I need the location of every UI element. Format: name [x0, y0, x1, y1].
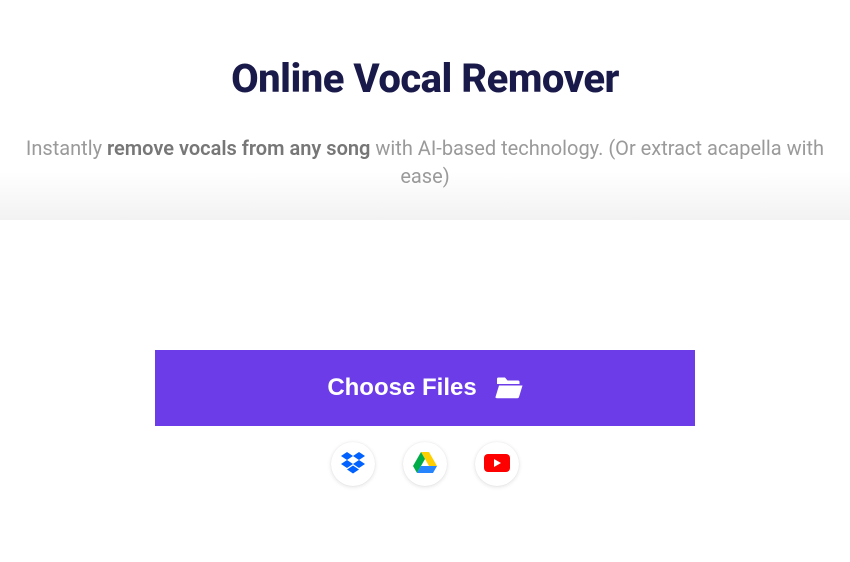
- subtitle-prefix: Instantly: [26, 136, 107, 160]
- page-title: Online Vocal Remover: [0, 55, 850, 102]
- choose-files-label: Choose Files: [327, 374, 476, 402]
- hero-section: Online Vocal Remover Instantly remove vo…: [0, 0, 850, 220]
- dropbox-source-button[interactable]: [331, 442, 375, 486]
- choose-files-button[interactable]: Choose Files: [155, 350, 695, 426]
- source-buttons-row: [331, 442, 519, 486]
- youtube-source-button[interactable]: [475, 442, 519, 486]
- upload-area: Choose Files: [0, 220, 850, 486]
- youtube-icon: [484, 454, 510, 475]
- subtitle-suffix: with AI-based technology. (Or extract ac…: [370, 136, 824, 188]
- page-subtitle: Instantly remove vocals from any song wi…: [0, 134, 850, 190]
- google-drive-source-button[interactable]: [403, 442, 447, 486]
- dropbox-icon: [341, 452, 365, 477]
- google-drive-icon: [413, 452, 437, 477]
- folder-open-icon: [495, 377, 523, 399]
- subtitle-bold: remove vocals from any song: [107, 136, 370, 160]
